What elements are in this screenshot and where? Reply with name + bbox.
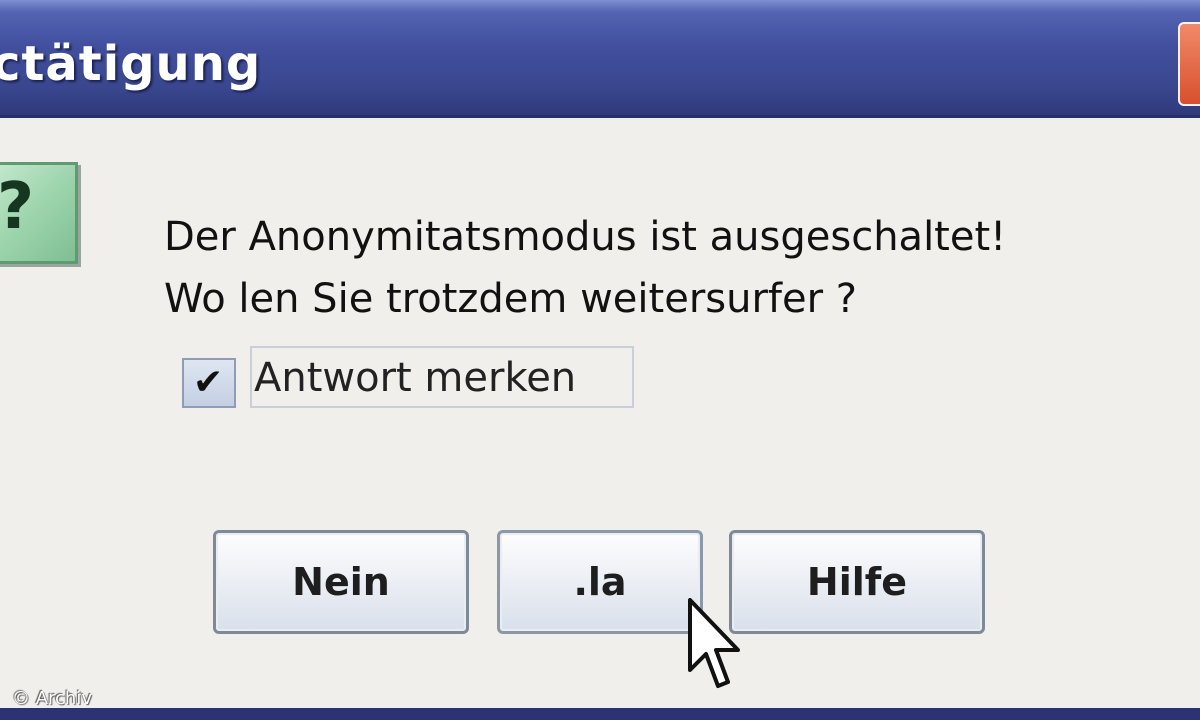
- copyright-watermark: © Archiv: [12, 688, 92, 709]
- window-title: ctätigung: [0, 36, 262, 92]
- no-button[interactable]: Nein: [213, 530, 469, 634]
- window-bottom-border: [0, 708, 1200, 720]
- close-button[interactable]: [1178, 22, 1200, 106]
- message-line-2: Wo len Sie trotzdem weitersurfer ?: [164, 276, 857, 322]
- message-line-1: Der Anonymitatsmodus ist ausgeschaltet!: [164, 214, 1007, 260]
- help-button[interactable]: Hilfe: [729, 530, 985, 634]
- mouse-pointer-icon: [688, 598, 740, 688]
- yes-button[interactable]: .la: [497, 530, 703, 634]
- question-icon: ?: [0, 162, 78, 264]
- window-titlebar[interactable]: ctätigung: [0, 0, 1200, 118]
- remember-checkbox[interactable]: ✔: [182, 358, 236, 408]
- checkmark-icon: ✔: [193, 362, 224, 403]
- remember-checkbox-label[interactable]: Antwort merken: [250, 346, 634, 408]
- question-mark-glyph: ?: [0, 170, 35, 244]
